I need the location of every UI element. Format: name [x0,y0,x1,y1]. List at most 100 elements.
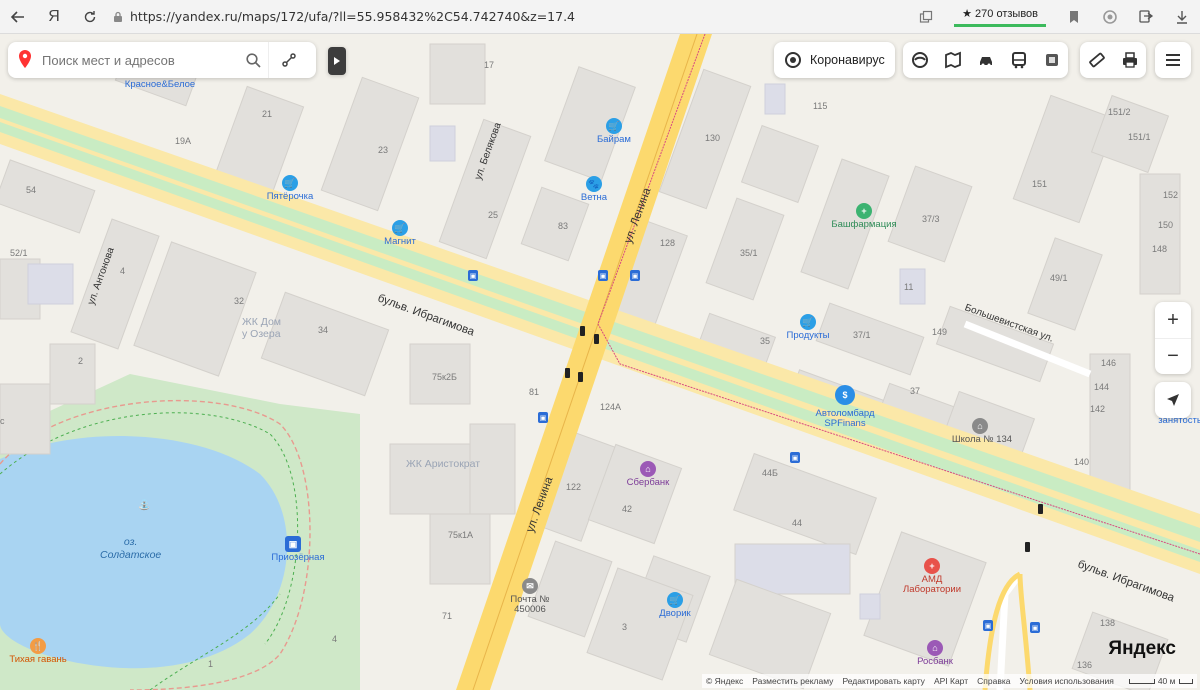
transit-stop-icon[interactable]: ▣ [598,270,608,281]
mail-icon[interactable]: ✉ [522,578,538,594]
house-number: 19А [175,136,192,146]
ruler-button[interactable] [1080,42,1113,78]
poi-label[interactable]: Сбербанк [627,477,670,488]
school-icon[interactable]: ⌂ [972,418,988,434]
poi-label[interactable]: Автоломбард SPFinans [810,408,880,430]
house-number: 37/3 [922,214,940,224]
basket-icon[interactable]: 🛒 [282,175,298,191]
house-number: с [0,416,5,426]
shield-icon [1103,9,1117,24]
poi-label[interactable]: Башфармация [831,219,896,230]
transit-stop-icon[interactable]: ▣ [1030,622,1040,633]
reviews-badge[interactable]: ★ 270 отзывов [954,6,1046,27]
transport-button[interactable] [1002,42,1035,78]
poi-label[interactable]: Продукты [787,330,830,341]
ruler-icon [1088,52,1105,68]
complex-label: ЖК Аристократ [406,458,481,470]
collections-button[interactable] [1128,0,1164,34]
house-number: 140 [1074,457,1090,467]
house-number: 151/2 [1108,107,1131,117]
photos-button[interactable] [936,42,969,78]
bank-icon[interactable]: ⌂ [927,640,943,656]
basket-icon[interactable]: 🛒 [800,314,816,330]
coronavirus-button[interactable]: Коронавирус [774,42,895,78]
collections-icon [1139,9,1154,23]
address-bar[interactable]: https://yandex.ru/maps/172/ufa/?ll=55.95… [112,0,575,34]
bus-stop-icon[interactable]: ▣ [285,536,301,552]
traffic-button[interactable] [969,42,1002,78]
route-button[interactable] [268,42,308,78]
poi-label[interactable]: Пятёрочка [267,191,314,202]
poi-label[interactable]: Почта № 450006 [504,594,556,616]
poi-label[interactable]: Дворик [659,608,690,619]
download-button[interactable] [1164,0,1200,34]
footer-link[interactable]: API Карт [934,676,968,686]
poi-label[interactable]: Приозёрная [271,552,324,563]
zoom-control: + − [1155,302,1191,374]
bus-icon [1011,52,1026,69]
pharmacy-icon[interactable]: + [856,203,872,219]
search-input[interactable] [42,52,238,68]
poi-label[interactable]: АМД Лаборатории [897,574,967,596]
panorama-button[interactable] [903,42,936,78]
back-button[interactable] [0,0,36,34]
food-icon[interactable]: 🍴 [30,638,46,654]
basket-icon[interactable]: 🛒 [392,220,408,236]
translate-button[interactable] [908,0,944,34]
footer-link[interactable]: Разместить рекламу [752,676,833,686]
poi-label[interactable]: Тихая гавань [9,654,66,665]
yandex-home-button[interactable]: Я [36,0,72,34]
poi-label[interactable]: Ветна [581,192,607,203]
panel-toggle-button[interactable] [328,47,346,75]
house-number: 44 [792,518,803,528]
complex-label-line: ЖК Дом [242,316,282,328]
traffic-light-icon [578,372,583,382]
map-canvas[interactable]: 17 21 19А 23 25 83 130 128 35/1 115 151/… [0,34,1200,690]
transit-stop-icon[interactable]: ▣ [983,620,993,631]
layers-toolbar [903,42,1068,78]
transit-stop-icon[interactable]: ▣ [538,412,548,423]
paw-icon[interactable]: 🐾 [586,176,602,192]
basket-icon[interactable]: 🛒 [606,118,622,134]
search-box[interactable] [8,42,316,78]
house-number: 34 [318,325,329,335]
house-number: 128 [660,238,676,248]
house-number: 144 [1094,382,1110,392]
traffic-light-icon [1025,542,1030,552]
print-button[interactable] [1113,42,1146,78]
house-number: 37 [910,386,921,396]
medical-icon[interactable]: + [924,558,940,574]
poi-label[interactable]: Байрам [597,134,631,145]
zoom-out-button[interactable]: − [1155,338,1191,374]
house-number: 71 [442,611,453,621]
menu-button[interactable] [1155,42,1191,78]
bank-icon[interactable]: ⌂ [640,461,656,477]
house-number: 11 [904,282,914,292]
footer-link[interactable]: Справка [977,676,1010,686]
footer-link[interactable]: Редактировать карту [842,676,925,686]
poi-label[interactable]: Магнит [384,236,416,247]
bookmark-button[interactable] [1056,0,1092,34]
transit-stop-icon[interactable]: ▣ [630,270,640,281]
money-icon[interactable]: $ [835,385,855,405]
geolocation-button[interactable] [1155,382,1191,418]
map-pin-icon [19,50,31,68]
map-type-button[interactable] [1035,42,1068,78]
poi-label[interactable]: Росбанк [917,656,953,667]
hamburger-icon [1166,54,1180,66]
protect-button[interactable] [1092,0,1128,34]
footer-link[interactable]: Условия использования [1019,676,1113,686]
house-number: 115 [813,101,828,111]
map-footer: © Яндекс Разместить рекламу Редактироват… [702,674,1197,688]
poi-label[interactable]: Школа № 134 [952,434,1012,445]
reload-button[interactable] [72,0,108,34]
search-button[interactable] [238,52,268,68]
poi-label[interactable]: Красное&Белое [125,79,195,90]
transit-stop-icon[interactable]: ▣ [468,270,478,281]
zoom-in-button[interactable]: + [1155,302,1191,338]
coronavirus-label: Коронавирус [810,53,885,67]
house-number: 130 [705,133,721,143]
house-number: 1 [208,659,214,669]
transit-stop-icon[interactable]: ▣ [790,452,800,463]
basket-icon[interactable]: 🛒 [667,592,683,608]
